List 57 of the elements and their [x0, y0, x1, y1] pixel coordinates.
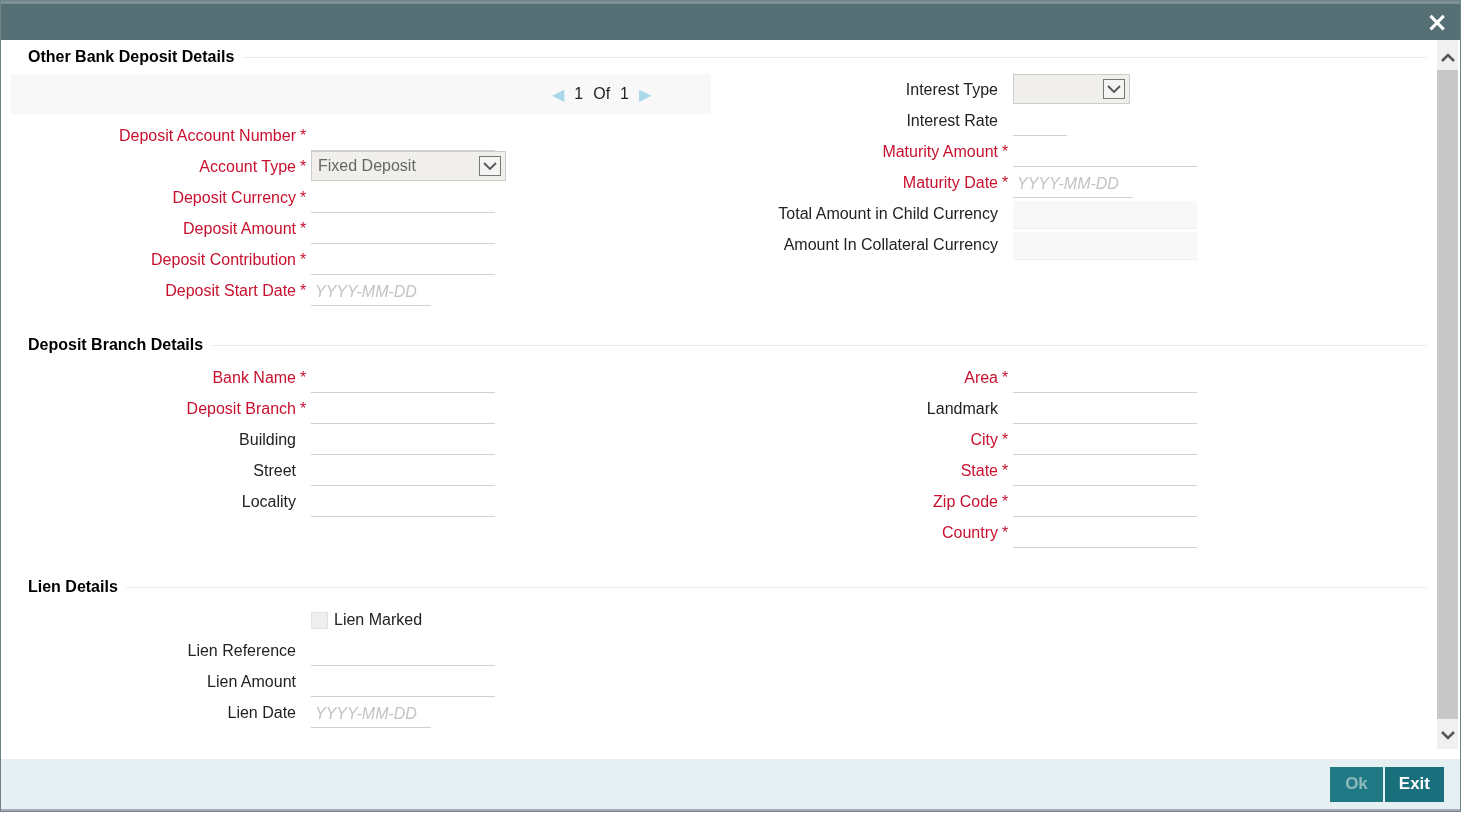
field-label: Maturity Amount [881, 143, 998, 162]
page-of-label: Of [593, 85, 611, 103]
required-mark: * [299, 400, 308, 419]
field-label: Building [238, 431, 296, 450]
field-label: Lien Amount [206, 673, 296, 692]
required-mark: * [1001, 462, 1010, 481]
required-mark: * [299, 127, 308, 146]
required-mark: * [299, 282, 308, 301]
required-mark: * [299, 220, 308, 239]
checkbox-label[interactable]: Lien Marked [328, 611, 423, 635]
field-label: Locality [240, 493, 296, 512]
required-mark: * [1001, 493, 1010, 512]
page-number: 1 [574, 85, 584, 103]
field-label: Account Type [198, 158, 296, 177]
page-total: 1 [620, 85, 629, 103]
field-label: Lien Date [226, 704, 296, 723]
field-label: Interest Rate [905, 112, 998, 131]
field-label: Bank Name [211, 369, 296, 388]
field-label: Deposit Amount [182, 220, 296, 239]
field-label: Total Amount in Child Currency [777, 205, 998, 224]
field-label: Deposit Contribution [150, 251, 296, 270]
exit-button[interactable]: Exit [1384, 766, 1444, 802]
required-mark: * [1001, 524, 1010, 543]
required-mark: * [299, 189, 308, 208]
field-label: Deposit Currency [171, 189, 296, 208]
section-title: Other Bank Deposit Details [28, 48, 235, 66]
scroll-down-icon[interactable] [1439, 731, 1456, 741]
dropdown-caret-icon[interactable] [1103, 79, 1125, 99]
dropdown[interactable]: Fixed Deposit [311, 151, 506, 181]
section-title: Deposit Branch Details [28, 336, 204, 354]
scroll-up-icon[interactable] [1439, 52, 1456, 62]
field-label: Street [252, 462, 296, 481]
field-label: Landmark [925, 400, 998, 419]
field-label: Zip Code [932, 493, 998, 512]
field-label: Deposit Start Date [164, 282, 296, 301]
field-label: Area [963, 369, 998, 388]
dropdown[interactable] [1013, 74, 1130, 104]
required-mark: * [299, 369, 308, 388]
required-mark: * [1001, 431, 1010, 450]
field-label: State [959, 462, 998, 481]
field-label: City [969, 431, 998, 450]
dropdown-caret-icon[interactable] [479, 156, 501, 176]
field-label: Deposit Account Number [118, 127, 296, 146]
field-label: Deposit Branch [185, 400, 296, 419]
field-label: Country [940, 524, 998, 543]
field-label: Maturity Date [901, 174, 998, 193]
required-mark: * [299, 251, 308, 270]
section-title: Lien Details [28, 578, 118, 596]
checkbox[interactable] [311, 612, 328, 629]
required-mark: * [1001, 143, 1010, 162]
field-label: Amount In Collateral Currency [782, 236, 998, 255]
required-mark: * [1001, 369, 1010, 388]
close-button[interactable]: × [1424, 9, 1450, 35]
field-label: Lien Reference [186, 642, 296, 661]
field-label: Interest Type [904, 81, 998, 100]
required-mark: * [1001, 174, 1010, 193]
required-mark: * [299, 158, 308, 177]
